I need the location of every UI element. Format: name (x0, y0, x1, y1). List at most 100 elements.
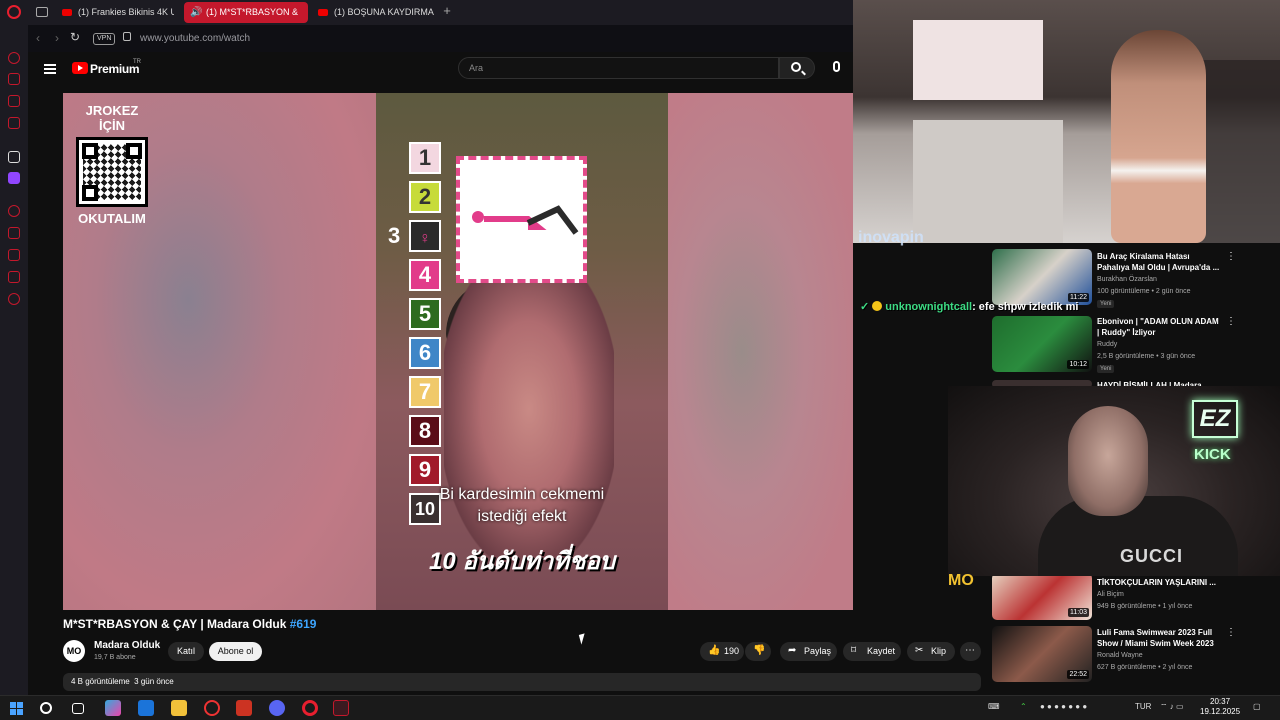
reco-thumb-5[interactable]: 22:52 (992, 626, 1092, 682)
sidebar-settings-icon[interactable] (8, 293, 20, 305)
youtube-logo-icon[interactable] (72, 62, 88, 74)
tab-bosuna[interactable]: (1) BOŞUNA KAYDIRMA 5 (312, 2, 434, 23)
join-button[interactable]: Katıl (168, 642, 204, 661)
sidebar-download-icon[interactable] (8, 249, 20, 261)
streamer-webcam: EZ KICK GUCCI (948, 386, 1280, 576)
discord-icon[interactable] (269, 700, 285, 716)
channel-avatar[interactable]: MO (63, 640, 85, 662)
tab-overview-icon[interactable] (36, 7, 48, 17)
search-icon (791, 62, 801, 72)
reco-thumb-2[interactable]: 10:12 (992, 316, 1092, 372)
lock-icon[interactable] (123, 32, 131, 41)
reco-title-5[interactable]: Luli Fama Swimwear 2023 Full Show / Miam… (1097, 627, 1222, 649)
tab-frankies[interactable]: (1) Frankies Bikinis 4K UH (56, 2, 174, 23)
reco-channel-5[interactable]: Ronald Wayne (1097, 652, 1143, 659)
subscriber-count: 19,7 B abone (94, 654, 136, 661)
tray-apps-icon[interactable]: ● ● ● ● ● ● ● (1040, 702, 1087, 711)
reco-title-2[interactable]: Ebonivon | "ADAM OLUN ADAM | Ruddy" İzli… (1097, 316, 1222, 338)
url-field[interactable]: www.youtube.com/watch (140, 33, 250, 44)
reco-title-1[interactable]: Bu Araç Kiralama Hatası Pahalıya Mal Old… (1097, 251, 1222, 273)
video-hashtag[interactable]: #619 (290, 617, 317, 631)
menu-icon[interactable] (44, 64, 56, 74)
new-tab-button[interactable]: + (441, 4, 453, 17)
rank-1: 1 (409, 142, 441, 174)
sidebar-history-icon[interactable] (8, 205, 20, 217)
sidebar-ai-icon[interactable] (8, 73, 20, 85)
runway-set (913, 20, 1043, 100)
share-button[interactable]: ➦ Paylaş (780, 642, 837, 661)
description-box[interactable]: 4 B görüntüleme 3 gün önce (63, 673, 981, 691)
reco-thumb-1[interactable]: 11:22 (992, 249, 1092, 305)
windows-taskbar: ⌨ ⌃ ● ● ● ● ● ● ● TUR ⌔ ♪ ▭ 20:37 19.12.… (0, 695, 1280, 720)
tray-network-icon[interactable]: ⌔ ♪ ▭ (1160, 702, 1184, 712)
chat-badge-icon (872, 301, 883, 311)
upload-date: 3 gün önce (134, 677, 174, 686)
sidebar-instagram-icon[interactable] (8, 117, 20, 129)
opera-logo-icon[interactable] (7, 5, 21, 19)
reco-menu-icon[interactable]: ⋮ (1226, 316, 1236, 327)
qr-footer: OKUTALIM (78, 211, 146, 226)
tab-active-video[interactable]: 🔊 (1) M*ST*RBASYON & (184, 2, 308, 23)
tray-language[interactable]: TUR (1135, 702, 1151, 711)
opera-gx-icon[interactable] (333, 700, 349, 716)
sidebar-messenger-icon[interactable] (8, 95, 20, 107)
video-player[interactable]: JROKEZ İÇİN OKUTALIM 1 2 ♀ 4 5 6 7 8 9 1… (63, 93, 853, 610)
back-icon[interactable]: ‹ (36, 31, 40, 45)
screen-recorder-icon[interactable] (204, 700, 220, 716)
sidebar-twitch-icon[interactable] (8, 172, 20, 184)
outlook-icon[interactable] (138, 700, 154, 716)
file-explorer-icon[interactable] (171, 700, 187, 716)
rank-3-figure: ♀ (409, 220, 441, 252)
sidebar-extensions-icon[interactable] (8, 271, 20, 283)
shirt-text: GUCCI (1120, 546, 1183, 566)
sidebar-workspace-icon[interactable] (8, 151, 20, 163)
reco-thumb-4[interactable]: 11:03 (992, 573, 1092, 620)
search-input[interactable]: Ara (458, 57, 779, 79)
subscribe-button[interactable]: Abone ol (209, 642, 262, 661)
subtitle-line-1: Bi kardesimin cekmemi (439, 486, 605, 503)
reco-channel-1[interactable]: Burakhan Özarslan (1097, 276, 1157, 283)
reco-meta-2: 2,5 B görüntüleme • 3 gün önce (1097, 353, 1196, 360)
sidebar-bookmark-icon[interactable] (8, 227, 20, 239)
windows-start-icon[interactable] (10, 702, 23, 715)
view-count: 4 B görüntüleme (71, 677, 130, 686)
clip-button[interactable]: ✂ Klip (907, 642, 955, 661)
search-placeholder: Ara (469, 63, 484, 73)
browser-sidebar (0, 25, 28, 695)
search-button[interactable] (779, 57, 815, 79)
reco-menu-icon[interactable]: ⋮ (1226, 251, 1236, 262)
bookmark-icon: ⌑ (851, 645, 857, 656)
search-taskbar-icon[interactable] (40, 702, 52, 714)
save-button[interactable]: ⌑ Kaydet (843, 642, 901, 661)
channel-name[interactable]: Madara Olduk (94, 640, 160, 651)
ez-neon-sign: EZ (1192, 400, 1238, 438)
more-icon: ⋯ (965, 645, 975, 656)
brand-label[interactable]: Premium (90, 62, 140, 76)
share-icon: ➦ (788, 645, 797, 656)
reco-channel-4[interactable]: Ali Biçim (1097, 591, 1124, 598)
keyboard-icon[interactable]: ⌨ (988, 702, 1000, 711)
like-button[interactable]: 👍 190 (700, 642, 744, 661)
app-icon-red[interactable] (236, 700, 252, 716)
microphone-icon[interactable] (833, 61, 840, 72)
qr-title: JROKEZ İÇİN (85, 103, 139, 133)
more-actions-button[interactable]: ⋯ (960, 642, 981, 661)
rank-5: 5 (409, 298, 441, 330)
rank-2: 2 (409, 181, 441, 213)
opera-taskbar-icon[interactable] (302, 700, 318, 716)
reload-icon[interactable]: ↻ (70, 30, 80, 44)
reco-channel-2[interactable]: Ruddy (1097, 341, 1117, 348)
task-view-icon[interactable] (72, 703, 84, 714)
reco-title-4[interactable]: TİKTOKÇULARIN YAŞLARINI ... (1097, 577, 1222, 588)
copilot-icon[interactable] (105, 700, 121, 716)
dislike-button[interactable]: 👎 (745, 642, 771, 661)
rank-7: 7 (409, 376, 441, 408)
sidebar-speed-dial-icon[interactable] (8, 52, 20, 64)
reco-menu-icon[interactable]: ⋮ (1226, 627, 1236, 638)
reco-meta-5: 627 B görüntüleme • 2 yıl önce (1097, 664, 1193, 671)
vpn-badge[interactable]: VPN (93, 33, 116, 45)
tray-arrow-icon[interactable]: ⌃ (1020, 702, 1027, 711)
taskbar-clock[interactable]: 20:37 19.12.2025 (1200, 697, 1240, 717)
forward-icon[interactable]: › (55, 31, 59, 45)
notification-icon[interactable]: ▢ (1253, 702, 1261, 711)
